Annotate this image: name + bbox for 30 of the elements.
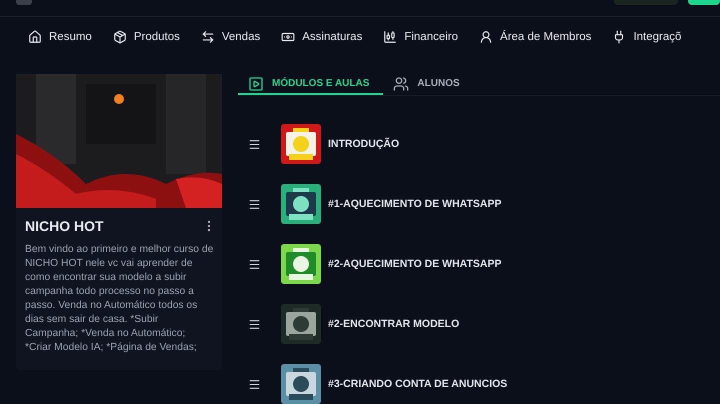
module-title[interactable]: INTRODUÇÃO: [328, 138, 400, 150]
module-title[interactable]: #2-ENCONTRAR MODELO: [328, 318, 460, 330]
course-description: Bem vindo ao primeiro e melhor curso de NICHO HOT nele vc vai aprender de como encontrar sua modelo a subir campanha todo processo no passo a passo. Venda no Automático todos os dias sem sair de casa. *Subir Campanha; *Venda no Automático; *Criar Modelo IA; *Página de Vendas;: [24, 243, 214, 355]
nav-link[interactable]: Financeiro: [383, 30, 458, 44]
course-title: NICHO HOT: [25, 218, 104, 234]
drag-handle-icon[interactable]: [248, 138, 261, 150]
chart-icon: [383, 30, 398, 44]
tab[interactable]: ALUNOS: [383, 74, 474, 95]
nav-link[interactable]: Vendas: [200, 30, 260, 44]
nav-link[interactable]: Área de Membros: [479, 30, 592, 44]
nav-link[interactable]: Integraçõ: [612, 30, 682, 44]
banknote-icon: [281, 30, 296, 44]
drag-handle-icon[interactable]: [248, 258, 261, 270]
module-title[interactable]: #3-CRIANDO CONTA DE ANUNCIOS: [328, 378, 508, 390]
house-icon: [28, 30, 42, 44]
module-title[interactable]: #2-AQUECIMENTO DE WHATSAPP: [328, 258, 502, 270]
box-icon: [112, 30, 127, 44]
module-title[interactable]: #1-AQUECIMENTO DE WHATSAPP: [328, 198, 502, 210]
tab[interactable]: MÓDULOS E AULAS: [238, 74, 384, 95]
header-button[interactable]: [688, 0, 720, 5]
user-icon: [479, 30, 494, 44]
nav-link[interactable]: Resumo: [28, 30, 92, 44]
drag-handle-icon[interactable]: [248, 318, 261, 330]
arrows-icon: [200, 30, 215, 44]
drag-handle-icon[interactable]: [248, 198, 261, 210]
play-icon: [248, 76, 264, 92]
nav-link[interactable]: Produtos: [112, 30, 180, 44]
drag-handle-icon[interactable]: [248, 378, 261, 390]
nav-link[interactable]: Assinaturas: [281, 30, 362, 44]
users-icon: [393, 76, 410, 92]
